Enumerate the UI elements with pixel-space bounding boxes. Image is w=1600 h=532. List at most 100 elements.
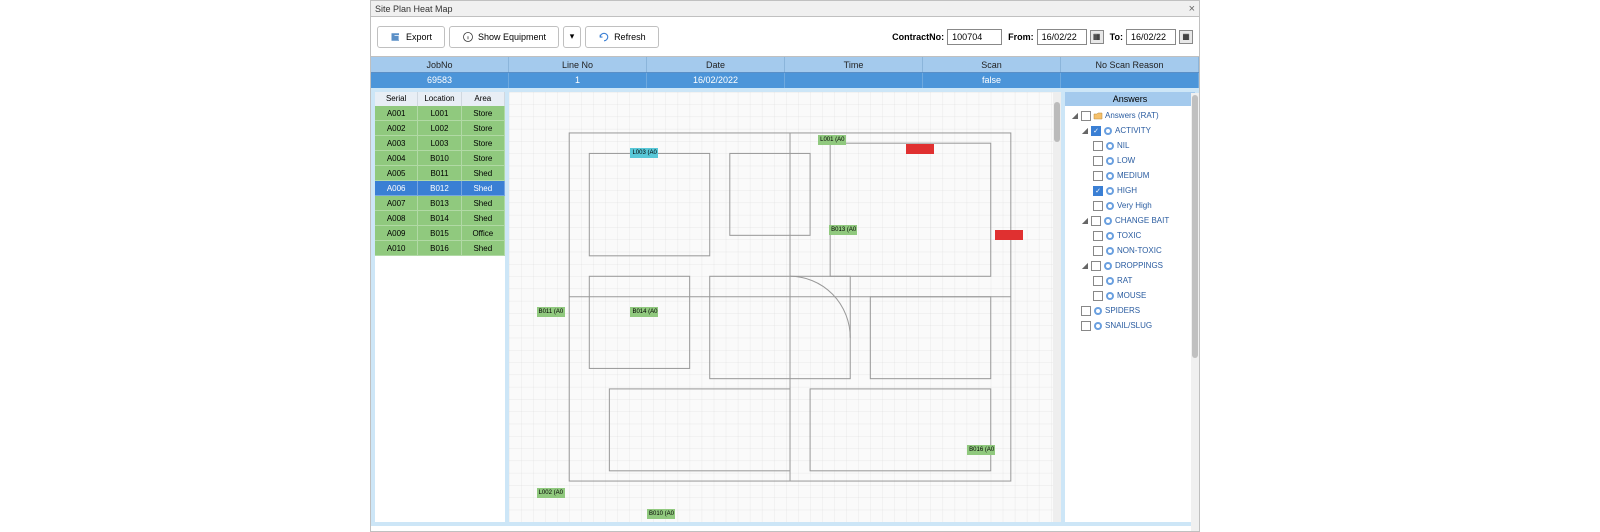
tree-label[interactable]: LOW — [1117, 156, 1135, 165]
cell-serial: A002 — [375, 121, 418, 136]
plan-marker[interactable] — [906, 144, 934, 154]
tree-node[interactable]: NON-TOXIC — [1067, 243, 1193, 258]
plan-marker[interactable]: B011 (A0 — [537, 307, 565, 317]
tree-checkbox[interactable] — [1093, 141, 1103, 151]
tree-checkbox[interactable]: ✓ — [1093, 186, 1103, 196]
equipment-table: Serial Location Area A001L001StoreA002L0… — [375, 92, 505, 522]
tree-node[interactable]: NIL — [1067, 138, 1193, 153]
table-row[interactable]: A010B016Shed — [375, 241, 505, 256]
tree-label[interactable]: NON-TOXIC — [1117, 246, 1162, 255]
tree-label[interactable]: NIL — [1117, 141, 1129, 150]
tree-node[interactable]: MOUSE — [1067, 288, 1193, 303]
tree-label[interactable]: SPIDERS — [1105, 306, 1140, 315]
plan-marker[interactable]: B016 (A0 — [967, 445, 995, 455]
col-serial[interactable]: Serial — [375, 92, 418, 106]
table-row[interactable]: A009B015Office — [375, 226, 505, 241]
tree-checkbox[interactable] — [1081, 111, 1091, 121]
cell-area: Shed — [462, 196, 505, 211]
tree-checkbox[interactable] — [1093, 291, 1103, 301]
tree-node[interactable]: ✓ HIGH — [1067, 183, 1193, 198]
col-time[interactable]: Time — [785, 57, 923, 72]
tree-label[interactable]: MEDIUM — [1117, 171, 1149, 180]
plan-marker[interactable]: B013 (A0 — [829, 225, 857, 235]
tree-label[interactable]: RAT — [1117, 276, 1132, 285]
tree-toggle-icon[interactable]: ◢ — [1081, 261, 1089, 270]
col-date[interactable]: Date — [647, 57, 785, 72]
col-jobno[interactable]: JobNo — [371, 57, 509, 72]
col-area[interactable]: Area — [462, 92, 505, 106]
tree-checkbox[interactable] — [1093, 201, 1103, 211]
cell-area: Store — [462, 151, 505, 166]
table-row[interactable]: A003L003Store — [375, 136, 505, 151]
col-noscan[interactable]: No Scan Reason — [1061, 57, 1199, 72]
window-scrollbar[interactable] — [1191, 93, 1199, 531]
table-row[interactable]: A008B014Shed — [375, 211, 505, 226]
tree-node[interactable]: ◢ Answers (RAT) — [1067, 108, 1193, 123]
show-equipment-button[interactable]: Show Equipment — [449, 26, 559, 48]
tree-label[interactable]: DROPPINGS — [1115, 261, 1163, 270]
tree-node[interactable]: SPIDERS — [1067, 303, 1193, 318]
cell-scan: false — [923, 73, 1061, 88]
cell-serial: A003 — [375, 136, 418, 151]
tree-label[interactable]: TOXIC — [1117, 231, 1141, 240]
tree-checkbox[interactable] — [1081, 321, 1091, 331]
tree-node[interactable]: MEDIUM — [1067, 168, 1193, 183]
table-row[interactable]: A007B013Shed — [375, 196, 505, 211]
tree-label[interactable]: Answers (RAT) — [1105, 111, 1159, 120]
from-date-input[interactable] — [1037, 29, 1087, 45]
tree-checkbox[interactable] — [1093, 276, 1103, 286]
site-plan-background — [509, 92, 1061, 522]
tree-checkbox[interactable] — [1093, 171, 1103, 181]
tree-checkbox[interactable] — [1091, 216, 1101, 226]
from-filter: From: ▦ — [1008, 29, 1104, 45]
tree-label[interactable]: CHANGE BAIT — [1115, 216, 1169, 225]
grid-row[interactable]: 69583 1 16/02/2022 false — [371, 73, 1199, 88]
tree-node[interactable]: RAT — [1067, 273, 1193, 288]
tree-node[interactable]: SNAIL/SLUG — [1067, 318, 1193, 333]
close-icon[interactable]: × — [1189, 3, 1195, 15]
col-location[interactable]: Location — [418, 92, 461, 106]
table-row[interactable]: A005B011Shed — [375, 166, 505, 181]
tree-node[interactable]: Very High — [1067, 198, 1193, 213]
tree-toggle-icon[interactable]: ◢ — [1081, 126, 1089, 135]
contract-input[interactable] — [947, 29, 1002, 45]
tree-node[interactable]: LOW — [1067, 153, 1193, 168]
plan-marker[interactable]: L002 (A0 — [537, 488, 565, 498]
tree-label[interactable]: SNAIL/SLUG — [1105, 321, 1152, 330]
tree-node[interactable]: TOXIC — [1067, 228, 1193, 243]
to-calendar-icon[interactable]: ▦ — [1179, 30, 1193, 44]
tree-node[interactable]: ◢ CHANGE BAIT — [1067, 213, 1193, 228]
plan-marker[interactable]: B014 (A0 — [630, 307, 658, 317]
tree-checkbox[interactable] — [1093, 246, 1103, 256]
show-equipment-dropdown[interactable]: ▾ — [563, 26, 581, 48]
tree-checkbox[interactable]: ✓ — [1091, 126, 1101, 136]
col-scan[interactable]: Scan — [923, 57, 1061, 72]
plan-view[interactable]: L001 (A0 L003 (A0 B013 (A0 B011 (A0 B014 (A0… — [509, 92, 1061, 522]
tree-checkbox[interactable] — [1081, 306, 1091, 316]
tree-checkbox[interactable] — [1093, 231, 1103, 241]
table-row[interactable]: A006B012Shed — [375, 181, 505, 196]
export-button[interactable]: Export — [377, 26, 445, 48]
tree-checkbox[interactable] — [1093, 156, 1103, 166]
tree-label[interactable]: HIGH — [1117, 186, 1137, 195]
refresh-button[interactable]: Refresh — [585, 26, 659, 48]
table-row[interactable]: A002L002Store — [375, 121, 505, 136]
plan-marker[interactable]: B010 (A0 — [647, 509, 675, 519]
tree-label[interactable]: Very High — [1117, 201, 1152, 210]
tree-node[interactable]: ◢ DROPPINGS — [1067, 258, 1193, 273]
table-row[interactable]: A004B010Store — [375, 151, 505, 166]
tree-toggle-icon[interactable]: ◢ — [1081, 216, 1089, 225]
to-date-input[interactable] — [1126, 29, 1176, 45]
tree-checkbox[interactable] — [1091, 261, 1101, 271]
col-lineno[interactable]: Line No — [509, 57, 647, 72]
tree-node[interactable]: ◢✓ ACTIVITY — [1067, 123, 1193, 138]
tree-label[interactable]: MOUSE — [1117, 291, 1146, 300]
tree-toggle-icon[interactable]: ◢ — [1071, 111, 1079, 120]
plan-marker[interactable]: L001 (A0 — [818, 135, 846, 145]
plan-marker[interactable] — [995, 230, 1023, 240]
plan-marker[interactable]: L003 (A0 — [630, 148, 658, 158]
plan-scrollbar[interactable] — [1053, 92, 1061, 522]
from-calendar-icon[interactable]: ▦ — [1090, 30, 1104, 44]
table-row[interactable]: A001L001Store — [375, 106, 505, 121]
tree-label[interactable]: ACTIVITY — [1115, 126, 1151, 135]
